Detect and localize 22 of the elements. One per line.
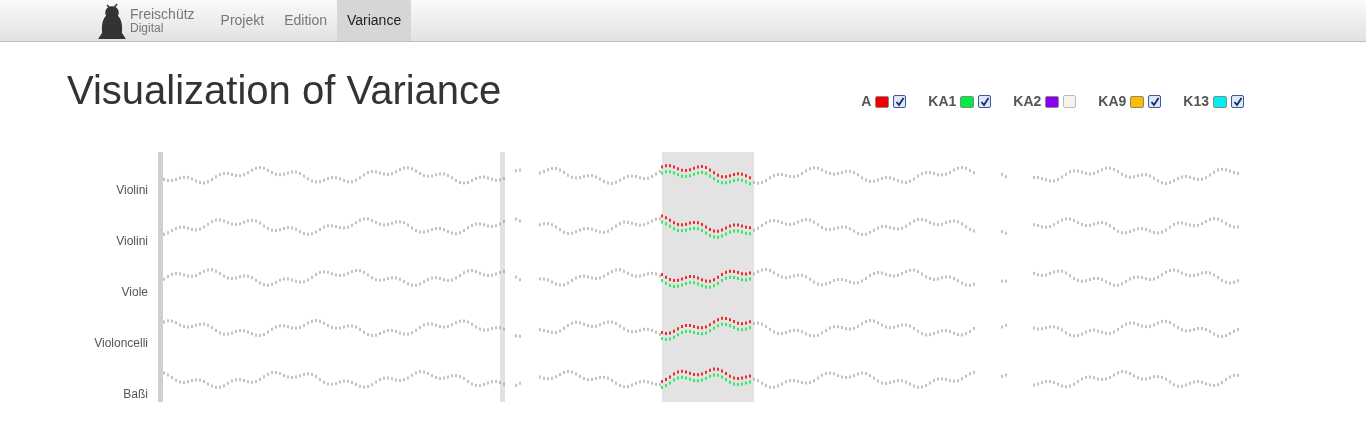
staff-label: Viole — [121, 283, 148, 301]
nav-tab[interactable]: Edition — [274, 0, 337, 41]
figure-icon — [98, 2, 126, 39]
staff-label: Violoncelli — [94, 334, 148, 352]
brand-subtitle: Digital — [130, 20, 165, 35]
nav-tab[interactable]: Projekt — [210, 0, 275, 41]
legend-checkbox[interactable] — [893, 95, 907, 108]
page-title: Visualization of Variance — [67, 67, 502, 114]
staff-label: Baßi — [123, 385, 148, 403]
legend-label: KA2 — [1013, 92, 1042, 111]
brand-title[interactable]: Freischütz — [130, 6, 195, 21]
legend-checkbox[interactable] — [978, 95, 992, 108]
staff-label: Violini — [116, 232, 148, 250]
legend-label: A — [861, 92, 872, 111]
legend-checkbox[interactable] — [1148, 95, 1162, 108]
legend-label: K13 — [1183, 92, 1209, 111]
nav-tab[interactable]: Variance — [336, 0, 412, 41]
staff-label: Violini — [116, 181, 148, 199]
legend-checkbox[interactable] — [1063, 95, 1077, 108]
legend-label: KA9 — [1098, 92, 1127, 111]
legend-checkbox[interactable] — [1231, 95, 1244, 108]
legend-label: KA1 — [928, 92, 957, 111]
